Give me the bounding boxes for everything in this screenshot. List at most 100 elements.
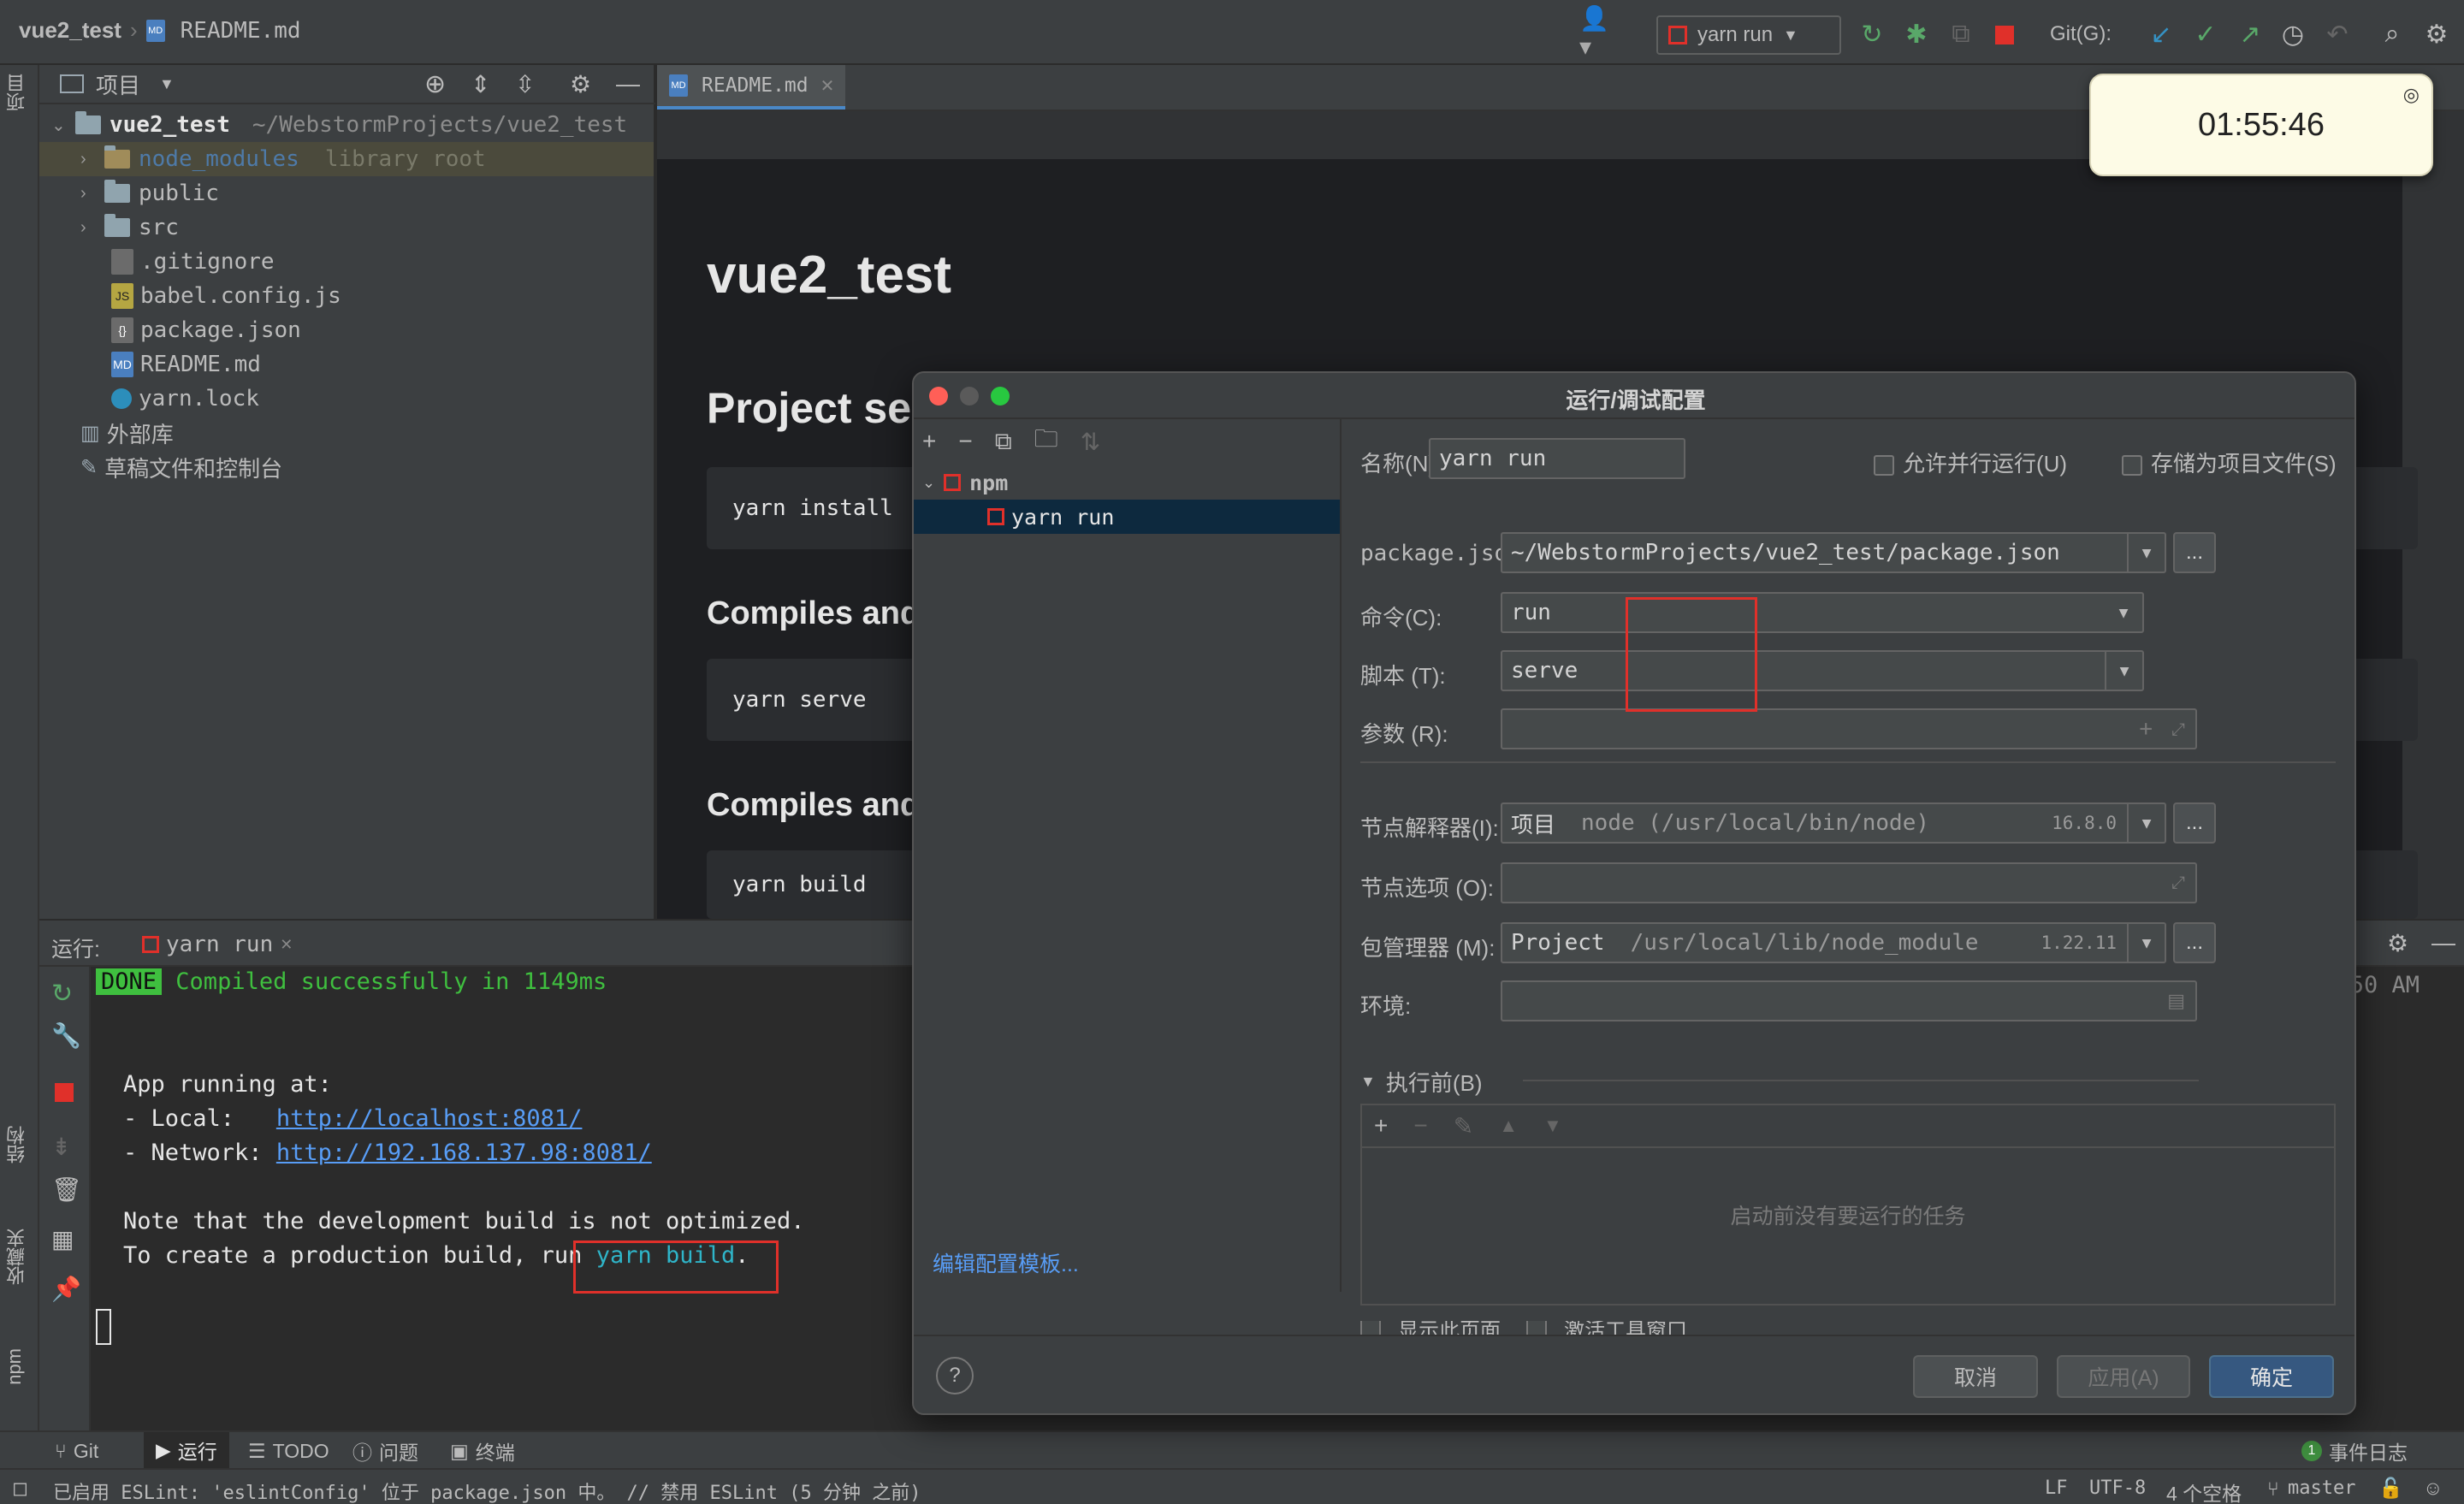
browse-button[interactable]: ...	[2173, 802, 2216, 844]
args-input[interactable]: + ⤢	[1501, 708, 2197, 749]
wrench-icon[interactable]: 🔧	[51, 1021, 81, 1050]
project-panel-title[interactable]: 项目	[96, 68, 140, 100]
checkbox[interactable]	[1360, 1321, 1381, 1335]
layout-icon[interactable]: ▦	[51, 1225, 74, 1253]
git-update-icon[interactable]: ↙	[2144, 17, 2178, 51]
chevron-down-icon[interactable]: ▼	[159, 75, 175, 93]
local-url-link[interactable]: http://localhost:8081/	[276, 1105, 583, 1132]
help-button[interactable]: ?	[936, 1357, 974, 1394]
tree-item-babel-config[interactable]: JS babel.config.js	[39, 279, 654, 313]
package-json-select[interactable]: ~/WebstormProjects/vue2_test/package.jso…	[1501, 532, 2166, 573]
status-panel-icon[interactable]: ◻	[12, 1477, 28, 1500]
locate-icon[interactable]: ⊕	[424, 69, 446, 99]
copy-icon[interactable]: ⧉	[995, 428, 1012, 456]
apply-button[interactable]: 应用(A)	[2057, 1355, 2190, 1398]
status-indent[interactable]: 4 个空格	[2166, 1477, 2242, 1504]
config-tree-item-yarn-run[interactable]: yarn run	[914, 500, 1340, 534]
gear-icon[interactable]: ⚙	[570, 70, 591, 98]
status-encoding[interactable]: UTF-8	[2089, 1477, 2146, 1499]
folder-add-icon[interactable]: 🗀	[1034, 421, 1058, 462]
edit-templates-link[interactable]: 编辑配置模板...	[933, 1247, 1079, 1278]
move-down-icon[interactable]: ▼	[1543, 1115, 1562, 1137]
close-icon[interactable]: ✕	[820, 75, 835, 97]
git-push-icon[interactable]: ↗	[2233, 17, 2267, 51]
node-options-input[interactable]: ⤢	[1501, 862, 2197, 903]
remove-icon[interactable]: −	[1413, 1112, 1427, 1140]
tree-item-readme[interactable]: MD README.md	[39, 347, 654, 382]
stop-icon[interactable]	[1995, 26, 2014, 44]
edit-icon[interactable]: ✎	[1454, 1112, 1473, 1140]
hide-icon[interactable]: —	[2431, 929, 2455, 956]
add-icon[interactable]: +	[922, 428, 936, 455]
command-select[interactable]: run ▼	[1501, 592, 2144, 633]
tool-tab-npm[interactable]: npm	[3, 1348, 26, 1385]
tree-item-external-libs[interactable]: ▥ 外部库	[39, 416, 654, 450]
status-message[interactable]: 已启用 ESLint: 'eslintConfig' 位于 package.js…	[53, 1477, 921, 1504]
script-select[interactable]: serve ▼	[1501, 650, 2144, 691]
lock-icon[interactable]: 🔓	[2378, 1477, 2403, 1500]
name-input[interactable]: yarn run	[1429, 438, 1685, 479]
collapse-all-icon[interactable]: ⇳	[515, 70, 535, 98]
tool-tab-favorites[interactable]: 收藏夹	[3, 1229, 31, 1285]
user-icon[interactable]: 👤▾	[1579, 5, 1614, 60]
pin-icon[interactable]: 📌	[51, 1275, 81, 1303]
ok-button[interactable]: 确定	[2209, 1355, 2334, 1398]
allow-parallel-checkbox[interactable]: 允许并行运行(U)	[1874, 447, 2067, 478]
add-icon[interactable]: +	[2139, 716, 2153, 742]
expand-icon[interactable]: ⤢	[2171, 873, 2185, 893]
git-commit-icon[interactable]: ✓	[2189, 17, 2223, 51]
tree-item-src[interactable]: › src	[39, 210, 654, 245]
close-icon[interactable]: ✕	[280, 936, 293, 954]
search-icon[interactable]: ⌕	[2375, 17, 2409, 51]
before-launch-header[interactable]: ▼ 执行前(B)	[1360, 1066, 1483, 1098]
expand-all-icon[interactable]: ⇕	[471, 70, 490, 98]
gear-icon[interactable]: ⚙	[2387, 929, 2408, 957]
settings-icon[interactable]: ◎	[2403, 84, 2420, 106]
env-input[interactable]: ▤	[1501, 980, 2197, 1021]
tool-tab-structure[interactable]: 结构	[3, 1126, 31, 1164]
status-branch[interactable]: master	[2288, 1477, 2355, 1499]
tool-button-problems[interactable]: ⓘ 问题	[352, 1437, 418, 1465]
rerun-icon[interactable]: ↻	[51, 979, 73, 1009]
move-up-icon[interactable]: ▲	[1499, 1115, 1518, 1137]
tree-item-scratches[interactable]: ✎ 草稿文件和控制台	[39, 450, 654, 484]
tree-item-node-modules[interactable]: › node_modules library root	[39, 142, 654, 176]
tree-root[interactable]: ⌄ vue2_test ~/WebstormProjects/vue2_test	[39, 108, 654, 142]
stop-icon[interactable]	[55, 1083, 74, 1102]
tool-button-git[interactable]: ⑂ Git	[55, 1437, 98, 1465]
tool-button-event-log[interactable]: 1 事件日志	[2301, 1437, 2408, 1465]
tree-item-package-json[interactable]: {} package.json	[39, 313, 654, 347]
status-line-ending[interactable]: LF	[2045, 1477, 2068, 1499]
breadcrumb-project[interactable]: vue2_test	[19, 17, 121, 44]
hide-icon[interactable]: —	[616, 70, 640, 98]
cancel-button[interactable]: 取消	[1913, 1355, 2038, 1398]
tab-readme[interactable]: MD README.md ✕	[657, 65, 845, 110]
trash-icon[interactable]: 🗑	[51, 1175, 82, 1204]
debug-icon[interactable]: ✱	[1899, 17, 1934, 51]
sort-icon[interactable]: ⇅	[1081, 428, 1100, 456]
tool-button-terminal[interactable]: ▣ 终端	[450, 1437, 515, 1465]
tool-tab-project[interactable]: 项目	[3, 74, 31, 111]
browse-button[interactable]: ...	[2173, 922, 2216, 963]
history-icon[interactable]: ◷	[2276, 17, 2310, 51]
node-interpreter-select[interactable]: 项目 node (/usr/local/bin/node) 16.8.0 ▼	[1501, 802, 2166, 844]
checkbox[interactable]	[1526, 1321, 1547, 1335]
document-icon[interactable]: ▤	[2167, 990, 2185, 1012]
remove-icon[interactable]: −	[958, 428, 972, 455]
browse-button[interactable]: ...	[2173, 532, 2216, 573]
run-tab-yarn-run[interactable]: yarn run ✕	[142, 927, 293, 962]
expand-icon[interactable]: ⤢	[2171, 719, 2185, 739]
tool-button-run[interactable]: ▶ 运行	[144, 1432, 229, 1468]
add-icon[interactable]: +	[1374, 1112, 1388, 1140]
config-tree-group-npm[interactable]: ⌄ npm	[922, 465, 1008, 500]
tree-item-gitignore[interactable]: .gitignore	[39, 245, 654, 279]
package-manager-select[interactable]: Project/usr/local/lib/node_module 1.22.11…	[1501, 922, 2166, 963]
tree-item-public[interactable]: › public	[39, 176, 654, 210]
rollback-icon[interactable]: ↶	[2320, 17, 2354, 51]
gear-icon[interactable]: ⚙	[2420, 17, 2454, 51]
run-config-selector[interactable]: yarn run ▼	[1656, 15, 1841, 55]
tool-button-todo[interactable]: ☰ TODO	[248, 1437, 329, 1465]
store-as-file-checkbox[interactable]: 存储为项目文件(S)	[2122, 447, 2337, 478]
notifications-icon[interactable]: ☺	[2423, 1477, 2443, 1500]
breadcrumb-file[interactable]: README.md	[181, 18, 301, 44]
